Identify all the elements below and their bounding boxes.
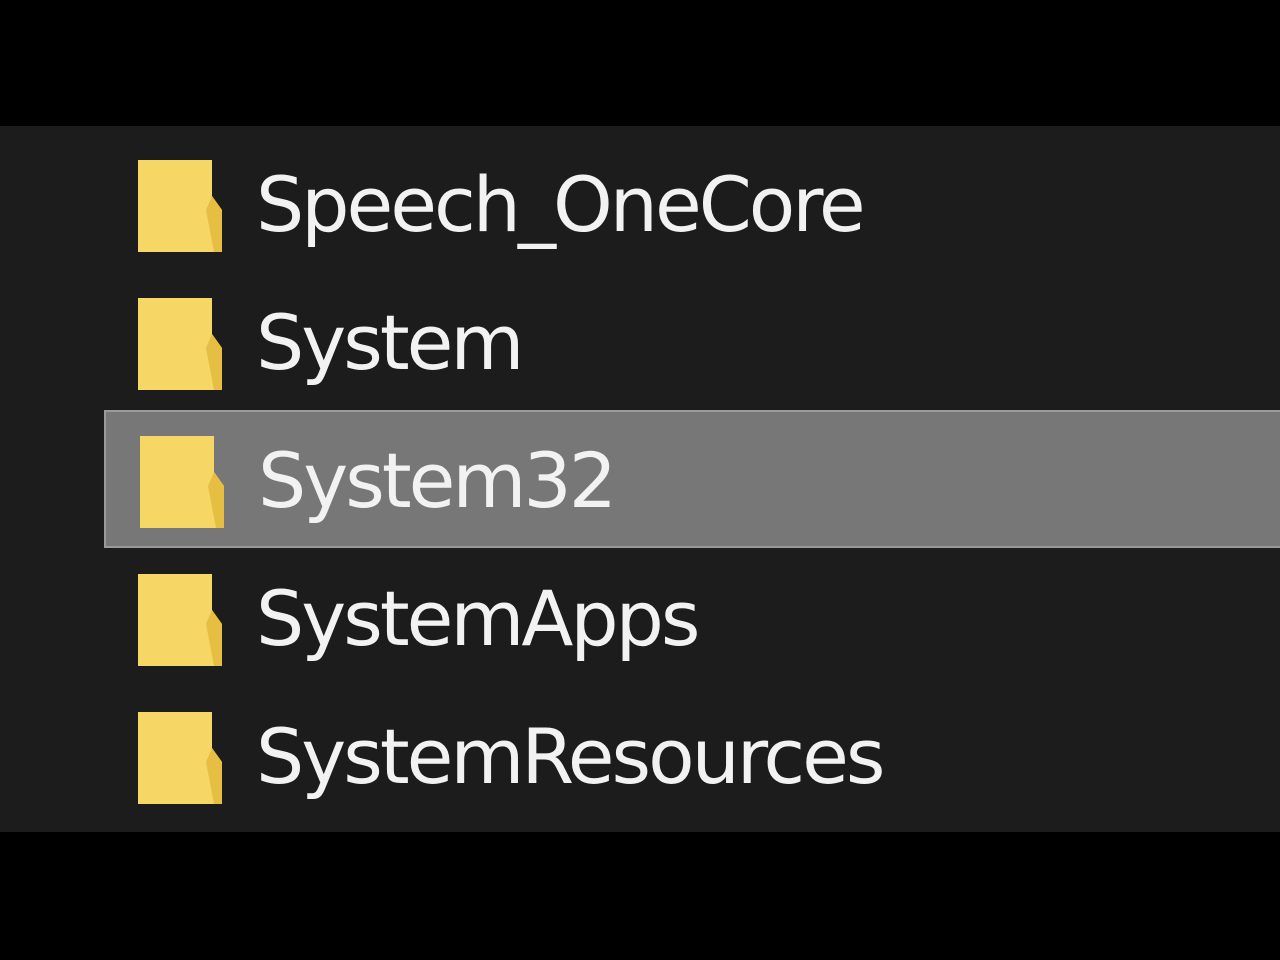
folder-icon	[138, 430, 226, 530]
folder-item-system[interactable]: System	[104, 274, 1280, 412]
folder-name: SystemApps	[256, 574, 700, 663]
file-list: Speech_OneCore System System32 SystemApp…	[0, 126, 1280, 832]
folder-item-speech-onecore[interactable]: Speech_OneCore	[104, 136, 1280, 274]
folder-name: System	[256, 298, 524, 387]
explorer-zoomed-view: Speech_OneCore System System32 SystemApp…	[0, 0, 1280, 960]
folder-icon	[136, 154, 224, 254]
folder-name: SystemResources	[256, 712, 886, 801]
folder-item-systemresources[interactable]: SystemResources	[104, 688, 1280, 826]
folder-item-system32[interactable]: System32	[104, 410, 1280, 548]
folder-name: System32	[258, 436, 617, 525]
folder-name: Speech_OneCore	[256, 160, 866, 249]
folder-icon	[136, 292, 224, 392]
folder-icon	[136, 568, 224, 668]
folder-icon	[136, 706, 224, 806]
folder-item-systemapps[interactable]: SystemApps	[104, 550, 1280, 688]
